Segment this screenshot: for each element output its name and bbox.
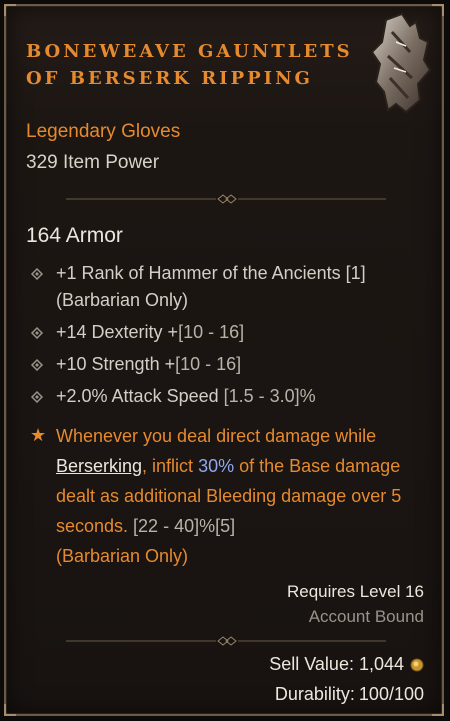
- diamond-bullet-icon: [30, 267, 44, 281]
- affix-range: [10 - 16]: [175, 354, 242, 374]
- aspect-text-part2: , inflict: [142, 456, 199, 476]
- section-divider: [66, 636, 386, 646]
- affix-hammer-rank: +1 Rank of Hammer of the Ancients [1] (B…: [56, 260, 426, 314]
- armor-stat: 164 Armor: [26, 224, 123, 247]
- item-type: Legendary Gloves: [26, 121, 181, 142]
- affix-text: +2.0% Attack Speed: [56, 386, 224, 406]
- item-name: Boneweave Gauntlets of Berserk Ripping: [26, 41, 353, 89]
- affix-dexterity: +14 Dexterity +[10 - 16]: [56, 319, 426, 346]
- legendary-aspect-text: Whenever you deal direct damage while Be…: [56, 421, 426, 571]
- affix-text: +10 Strength +: [56, 354, 176, 374]
- diamond-bullet-icon: [30, 358, 44, 372]
- affix-range: [10 - 16]: [178, 322, 245, 342]
- section-divider: [66, 194, 386, 204]
- aspect-percent-value: 30%: [198, 456, 235, 476]
- legendary-star-icon: ★: [30, 425, 47, 445]
- frame-corner-bottom-right: [432, 704, 444, 716]
- durability: Durability: 100/100: [275, 684, 424, 705]
- frame-corner-top-left: [4, 4, 16, 16]
- sell-value-label: Sell Value: 1,044: [269, 654, 404, 674]
- item-tooltip: Boneweave Gauntlets of Berserk Ripping L…: [4, 4, 444, 716]
- aspect-text-part1: Whenever you deal direct damage while: [56, 426, 377, 446]
- berserking-keyword-link[interactable]: Berserking: [56, 456, 142, 476]
- aspect-class-note: (Barbarian Only): [56, 546, 189, 566]
- affix-attack-speed: +2.0% Attack Speed [1.5 - 3.0]%: [56, 383, 426, 410]
- diamond-bullet-icon: [30, 326, 44, 340]
- gold-coin-icon: [410, 658, 424, 671]
- durability-label: Durability:: [274, 684, 355, 704]
- affix-text: +14 Dexterity +: [56, 322, 179, 342]
- sell-value: Sell Value: 1,044: [269, 654, 424, 675]
- diamond-bullet-icon: [30, 390, 44, 404]
- account-bound-label: Account Bound: [308, 607, 424, 626]
- aspect-range: [22 - 40]%[5]: [133, 516, 236, 536]
- durability-value: 100/100: [358, 684, 424, 704]
- item-power: 329 Item Power: [26, 152, 160, 173]
- affix-text: +1 Rank of Hammer of the Ancients [1]: [56, 263, 366, 283]
- affix-range: [1.5 - 3.0]%: [223, 386, 316, 406]
- frame-corner-bottom-left: [4, 704, 16, 716]
- affix-text-line2: (Barbarian Only): [56, 290, 189, 310]
- required-level: Requires Level 16: [286, 582, 424, 601]
- affix-strength: +10 Strength +[10 - 16]: [56, 351, 426, 378]
- gauntlet-icon: [370, 12, 432, 114]
